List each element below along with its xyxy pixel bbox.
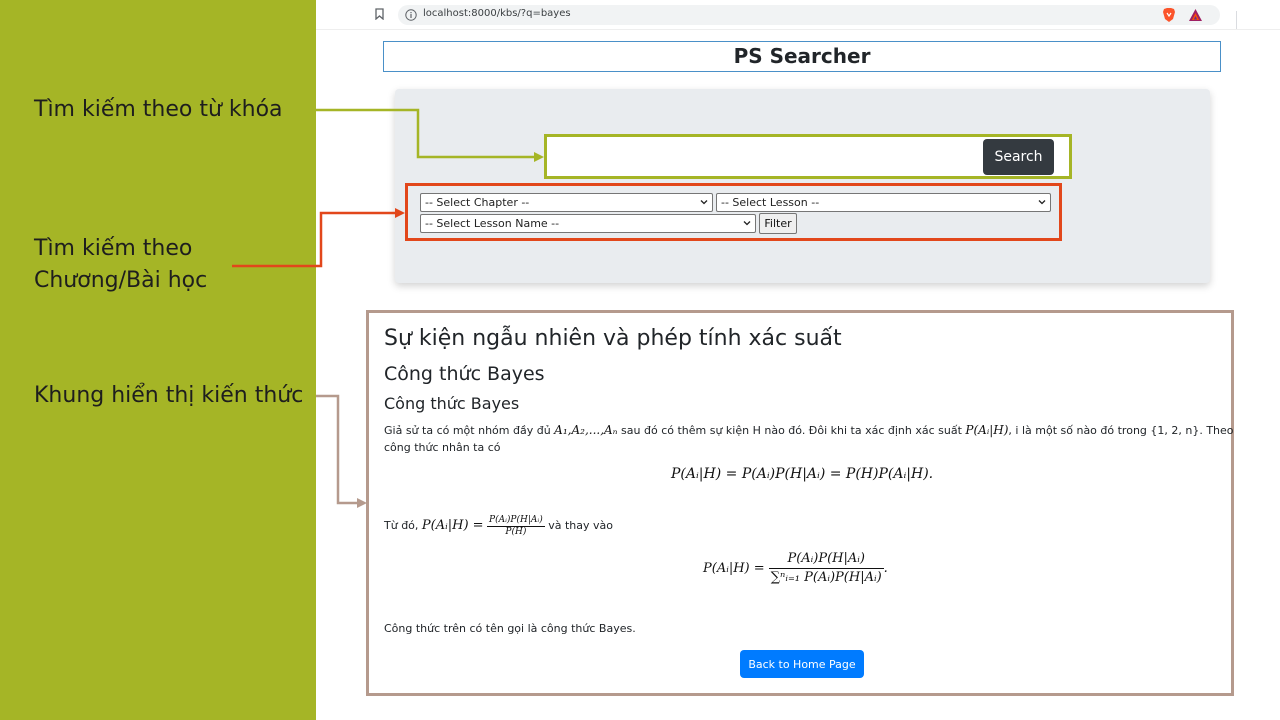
brave-shield-icon[interactable] (1162, 7, 1176, 23)
filter-button[interactable]: Filter (759, 213, 797, 234)
info-icon[interactable] (405, 9, 417, 21)
bayes-denominator: ∑ⁿᵢ₌₁ P(Aᵢ)P(H|Aᵢ) (770, 570, 882, 585)
url-text: localhost:8000/kbs/?q=bayes (423, 8, 571, 19)
search-input[interactable] (553, 139, 981, 175)
paragraph-intro-text-c: , i là một số nào đó trong {1, 2, n}. Th… (1008, 424, 1234, 437)
chevron-down-icon (1038, 200, 1046, 205)
bayes-fraction: P(Aᵢ)P(H|Aᵢ) ∑ⁿᵢ₌₁ P(Aᵢ)P(H|Aᵢ) (768, 550, 884, 587)
annotation-chapter-search-line2: Chương/Bài học (34, 268, 208, 293)
chapter-title: Sự kiện ngẫu nhiên và phép tính xác suất (384, 326, 842, 351)
lesson-name-select-value: -- Select Lesson Name -- (425, 217, 560, 230)
search-button[interactable]: Search (983, 139, 1054, 175)
annotation-chapter-search-line1: Tìm kiếm theo (34, 236, 193, 261)
lesson-select[interactable]: -- Select Lesson -- (716, 193, 1051, 212)
equation-multiplication: P(Aᵢ|H) = P(Aᵢ)P(H|Aᵢ) = P(H)P(Aᵢ|H). (671, 466, 934, 482)
lesson-name-select[interactable]: -- Select Lesson Name -- (420, 214, 756, 233)
fraction-numerator: P(Aᵢ)P(H|Aᵢ) (487, 514, 545, 527)
paragraph-derivation: Từ đó, P(Aᵢ|H) = P(Aᵢ)P(H|Aᵢ) P(H) và th… (384, 514, 613, 538)
paragraph-intro-line2: công thức nhân ta có (384, 441, 501, 454)
lesson-title: Công thức Bayes (384, 363, 545, 385)
math-derivation-lhs: P(Aᵢ|H) = (421, 518, 484, 533)
bayes-lhs: P(Aᵢ|H) = (703, 561, 765, 576)
page-title-box: PS Searcher (383, 41, 1221, 72)
paragraph-intro-text-a: Giả sử ta có một nhóm đầy đủ (384, 424, 555, 437)
section-title: Công thức Bayes (384, 394, 520, 413)
paragraph-conclusion: Công thức trên có tên gọi là công thức B… (384, 622, 636, 635)
chapter-select[interactable]: -- Select Chapter -- (420, 193, 713, 212)
paragraph-intro-text-b: sau đó có thêm sự kiện H nào đó. Đôi khi… (617, 424, 966, 437)
bayes-numerator: P(Aᵢ)P(H|Aᵢ) (768, 550, 884, 569)
annotation-knowledge-frame: Khung hiển thị kiến thức (34, 383, 304, 408)
bookmark-icon[interactable] (375, 8, 384, 20)
address-bar[interactable]: localhost:8000/kbs/?q=bayes (398, 5, 1237, 29)
chevron-down-icon (700, 200, 708, 205)
paragraph-intro: Giả sử ta có một nhóm đầy đủ A₁,A₂,...,A… (384, 422, 1234, 439)
chevron-down-icon (743, 221, 751, 226)
toolbar-divider (1236, 11, 1237, 29)
bat-rewards-icon[interactable] (1188, 8, 1203, 22)
back-to-home-button[interactable]: Back to Home Page (740, 650, 864, 678)
lesson-select-value: -- Select Lesson -- (721, 196, 820, 209)
paragraph-derivation-text-a: Từ đó, (384, 519, 422, 532)
annotation-keyword-search: Tìm kiếm theo từ khóa (34, 97, 283, 122)
connector-knowledge (316, 394, 361, 505)
paragraph-derivation-text-b: và thay vào (544, 519, 613, 532)
math-inline-fraction: P(Aᵢ)P(H|Aᵢ) P(H) (487, 515, 545, 538)
equation-bayes: P(Aᵢ|H) = P(Aᵢ)P(H|Aᵢ) ∑ⁿᵢ₌₁ P(Aᵢ)P(H|Aᵢ… (703, 550, 888, 587)
chapter-select-value: -- Select Chapter -- (425, 196, 530, 209)
browser-toolbar: localhost:8000/kbs/?q=bayes (316, 0, 1280, 30)
math-conditional-prob: P(Aᵢ|H) (965, 423, 1009, 437)
math-event-group: A₁,A₂,...,Aₙ (554, 423, 618, 437)
fraction-denominator: P(H) (505, 526, 527, 537)
bayes-end: . (883, 561, 888, 576)
page-title: PS Searcher (733, 44, 871, 68)
